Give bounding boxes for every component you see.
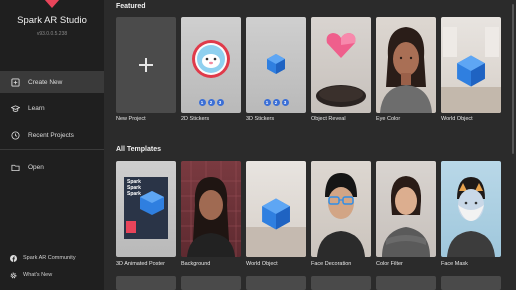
create-new-icon (10, 77, 20, 87)
step-badge: 3 (281, 99, 289, 106)
template-card-partial[interactable] (441, 276, 501, 290)
step-indicators: 1 2 3 (181, 99, 241, 106)
template-card-3d-stickers[interactable]: 1 2 3 3D Stickers (246, 17, 306, 122)
folder-icon (10, 162, 20, 172)
card-thumbnail: 1 2 3 (181, 17, 241, 113)
sidebar-item-open[interactable]: Open (0, 156, 104, 178)
card-thumbnail: Spark Spark Spark (116, 161, 176, 257)
card-thumbnail (376, 17, 436, 113)
card-thumbnail (246, 161, 306, 257)
sidebar-item-label: Recent Projects (28, 131, 74, 139)
card-thumbnail (376, 161, 436, 257)
blue-gem-illustration (262, 198, 290, 230)
card-thumbnail (181, 276, 241, 290)
card-thumbnail (116, 276, 176, 290)
sidebar-footer-community[interactable]: Spark AR Community (0, 252, 104, 264)
sidebar-item-label: Open (28, 163, 44, 171)
sidebar-footer-whats-new[interactable]: What's New (0, 269, 104, 281)
step-badge: 1 (198, 99, 206, 106)
card-thumbnail (246, 276, 306, 290)
sidebar-item-learn[interactable]: Learn (0, 97, 104, 119)
template-card-new-project[interactable]: New Project (116, 17, 176, 122)
template-card-partial[interactable] (116, 276, 176, 290)
sidebar-item-label: Learn (28, 104, 45, 112)
person-portrait (380, 27, 432, 113)
card-thumbnail (311, 161, 371, 257)
card-thumbnail (181, 161, 241, 257)
section-title-all-templates: All Templates (116, 146, 161, 153)
blue-gem-illustration (457, 55, 485, 87)
template-card-2d-stickers[interactable]: 1 2 3 2D Stickers (181, 17, 241, 122)
card-thumbnail (441, 276, 501, 290)
scrollbar[interactable] (512, 4, 514, 154)
person-portrait (317, 173, 365, 257)
app-title: Spark AR Studio (17, 15, 87, 26)
card-label: 3D Animated Poster (116, 261, 165, 267)
plus-icon (139, 58, 153, 72)
card-label: Face Decoration (311, 261, 352, 267)
template-card-face-mask[interactable]: Face Mask (441, 161, 501, 267)
template-card-3d-animated-poster[interactable]: Spark Spark Spark 3D Animated Poster (116, 161, 176, 267)
card-thumbnail (116, 17, 176, 113)
template-card-world-object[interactable]: World Object (441, 17, 501, 122)
sidebar-divider (0, 149, 104, 150)
poster-text: Spark Spark Spark (127, 179, 141, 197)
card-label: World Object (246, 261, 278, 267)
poster-word: Spark (127, 191, 141, 197)
app-version: v93.0.0.5.238 (36, 31, 68, 37)
card-label: Object Reveal (311, 116, 346, 122)
sidebar-footer-label: Spark AR Community (23, 255, 76, 261)
template-card-color-filter[interactable]: Color Filter (376, 161, 436, 267)
graduation-cap-icon (10, 103, 20, 113)
step-badge: 2 (272, 99, 280, 106)
card-label: 3D Stickers (246, 116, 275, 122)
main-content: Featured New Project 1 2 3 2D Stickers 1… (104, 0, 516, 290)
gear-icon (9, 271, 17, 279)
template-card-eye-color[interactable]: Eye Color (376, 17, 436, 122)
facebook-icon (9, 254, 17, 262)
card-label: Face Mask (441, 261, 468, 267)
card-label: New Project (116, 116, 146, 122)
sticker-illustration (192, 40, 230, 78)
sidebar-footer-label: What's New (23, 272, 53, 278)
card-thumbnail (311, 17, 371, 113)
person-portrait (187, 177, 235, 257)
sidebar-item-label: Create New (28, 78, 63, 86)
template-card-partial[interactable] (181, 276, 241, 290)
blue-gem-illustration (267, 54, 285, 74)
step-badge: 1 (263, 99, 271, 106)
step-indicators: 1 2 3 (246, 99, 306, 106)
reveal-platform (316, 85, 366, 107)
card-label: Background (181, 261, 211, 267)
template-card-object-reveal[interactable]: Object Reveal (311, 17, 371, 122)
person-portrait (382, 176, 430, 257)
template-card-face-decoration[interactable]: Face Decoration (311, 161, 371, 267)
spark-ar-logo (44, 0, 60, 8)
card-thumbnail (441, 17, 501, 113)
card-label: 2D Stickers (181, 116, 210, 122)
card-label: Eye Color (376, 116, 401, 122)
card-label: World Object (441, 116, 473, 122)
step-badge: 3 (216, 99, 224, 106)
section-title-featured: Featured (116, 3, 146, 10)
card-thumbnail: 1 2 3 (246, 17, 306, 113)
person-portrait (447, 177, 495, 257)
card-thumbnail (311, 276, 371, 290)
template-card-partial[interactable] (376, 276, 436, 290)
sidebar-item-recent-projects[interactable]: Recent Projects (0, 124, 104, 146)
card-label: Color Filter (376, 261, 403, 267)
card-thumbnail (376, 276, 436, 290)
step-badge: 2 (207, 99, 215, 106)
card-thumbnail (441, 161, 501, 257)
template-card-partial[interactable] (246, 276, 306, 290)
template-card-world-object-2[interactable]: World Object (246, 161, 306, 267)
clock-icon (10, 130, 20, 140)
template-card-partial[interactable] (311, 276, 371, 290)
sidebar-item-create-new[interactable]: Create New (0, 71, 104, 93)
template-card-background[interactable]: Background (181, 161, 241, 267)
heart-gem-illustration (326, 33, 356, 58)
sidebar: Spark AR Studio v93.0.0.5.238 Create New… (0, 0, 104, 290)
